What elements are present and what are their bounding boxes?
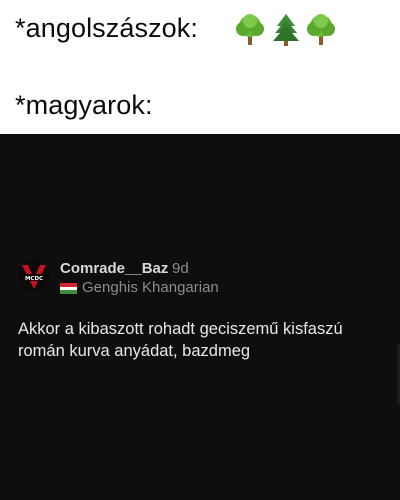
meme-caption-panel: *angolszászok: *magyarok: [0, 0, 400, 134]
caption-magyarok: *magyarok: [15, 90, 153, 120]
avatar[interactable]: MCDC [18, 260, 50, 292]
tree-emoji-row [233, 12, 343, 48]
user-flair: Genghis Khangarian [82, 279, 219, 296]
hungary-flag-icon [60, 283, 77, 294]
comment-username[interactable]: Comrade__Baz [60, 260, 168, 277]
deciduous-tree-icon [236, 14, 264, 45]
comment-screenshot: MCDC Comrade__Baz 9d Genghis Khangarian … [0, 134, 400, 500]
deciduous-tree-icon [307, 14, 335, 45]
comment-body: Akkor a kibaszott rohadt geciszemű kisfa… [18, 320, 343, 360]
comment-time: 9d [172, 260, 189, 277]
evergreen-tree-icon [273, 14, 299, 46]
avatar-text: MCDC [25, 276, 43, 282]
caption-angolszaszok: *angolszászok: [15, 13, 199, 43]
